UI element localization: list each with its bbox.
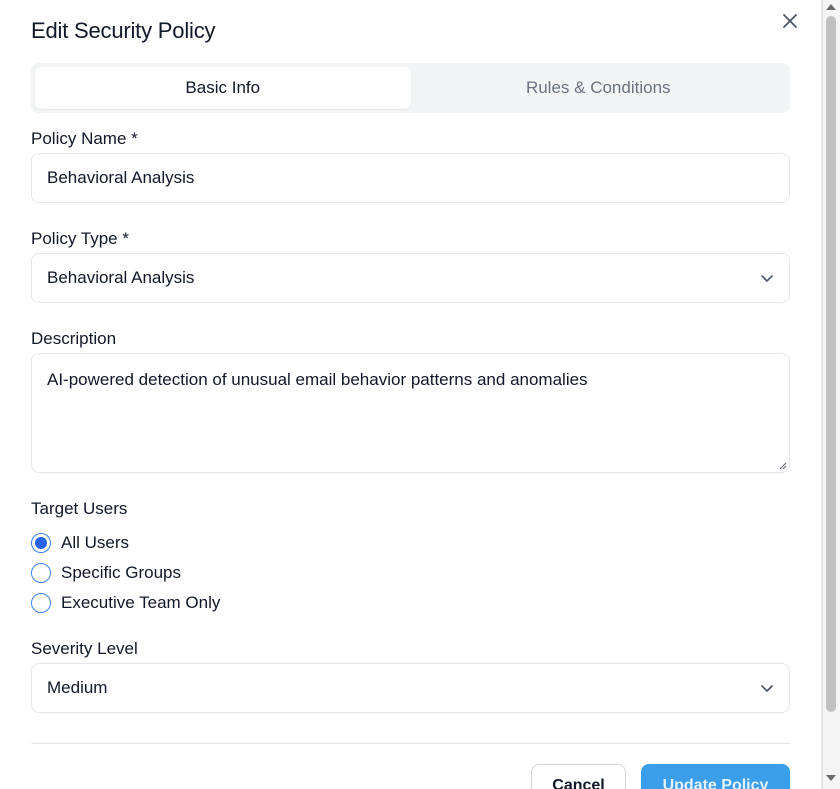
update-policy-button[interactable]: Update Policy bbox=[641, 764, 790, 789]
radio-executive-team[interactable]: Executive Team Only bbox=[31, 591, 220, 615]
close-button[interactable] bbox=[779, 10, 801, 32]
severity-value: Medium bbox=[47, 678, 108, 697]
radio-label: Specific Groups bbox=[61, 563, 181, 582]
target-users-label: Target Users bbox=[31, 499, 128, 518]
chevron-down-icon bbox=[761, 275, 773, 282]
radio-all-users[interactable]: All Users bbox=[31, 531, 129, 555]
close-icon bbox=[783, 14, 797, 28]
scroll-up-icon[interactable] bbox=[826, 4, 836, 10]
tab-rules-conditions[interactable]: Rules & Conditions bbox=[411, 67, 787, 109]
policy-type-select[interactable]: Behavioral Analysis bbox=[31, 253, 790, 303]
footer-divider bbox=[31, 743, 790, 744]
severity-select[interactable]: Medium bbox=[31, 663, 790, 713]
radio-label: Executive Team Only bbox=[61, 593, 221, 612]
description-textarea[interactable]: AI-powered detection of unusual email be… bbox=[31, 353, 790, 473]
edit-policy-dialog: Edit Security Policy Basic Info Rules & … bbox=[0, 0, 822, 789]
severity-label: Severity Level bbox=[31, 639, 138, 658]
chevron-down-icon bbox=[761, 685, 773, 692]
description-label: Description bbox=[31, 329, 117, 348]
radio-button[interactable] bbox=[31, 533, 51, 553]
policy-name-input[interactable] bbox=[47, 168, 774, 188]
policy-name-label: Policy Name * bbox=[31, 129, 138, 148]
scroll-thumb[interactable] bbox=[826, 16, 836, 712]
radio-specific-groups[interactable]: Specific Groups bbox=[31, 561, 181, 585]
policy-name-field[interactable] bbox=[31, 153, 790, 203]
scrollbar[interactable] bbox=[822, 0, 840, 789]
dialog-title: Edit Security Policy bbox=[31, 18, 216, 43]
radio-button[interactable] bbox=[31, 593, 51, 613]
tab-bar: Basic Info Rules & Conditions bbox=[31, 63, 790, 113]
scroll-down-icon[interactable] bbox=[826, 775, 836, 781]
description-text: AI-powered detection of unusual email be… bbox=[47, 370, 588, 389]
resize-handle-icon[interactable] bbox=[777, 460, 787, 470]
radio-button[interactable] bbox=[31, 563, 51, 583]
policy-type-label: Policy Type * bbox=[31, 229, 129, 248]
radio-label: All Users bbox=[61, 533, 130, 552]
tab-basic-info[interactable]: Basic Info bbox=[35, 67, 411, 109]
policy-type-value: Behavioral Analysis bbox=[47, 268, 195, 287]
cancel-button[interactable]: Cancel bbox=[531, 764, 626, 789]
